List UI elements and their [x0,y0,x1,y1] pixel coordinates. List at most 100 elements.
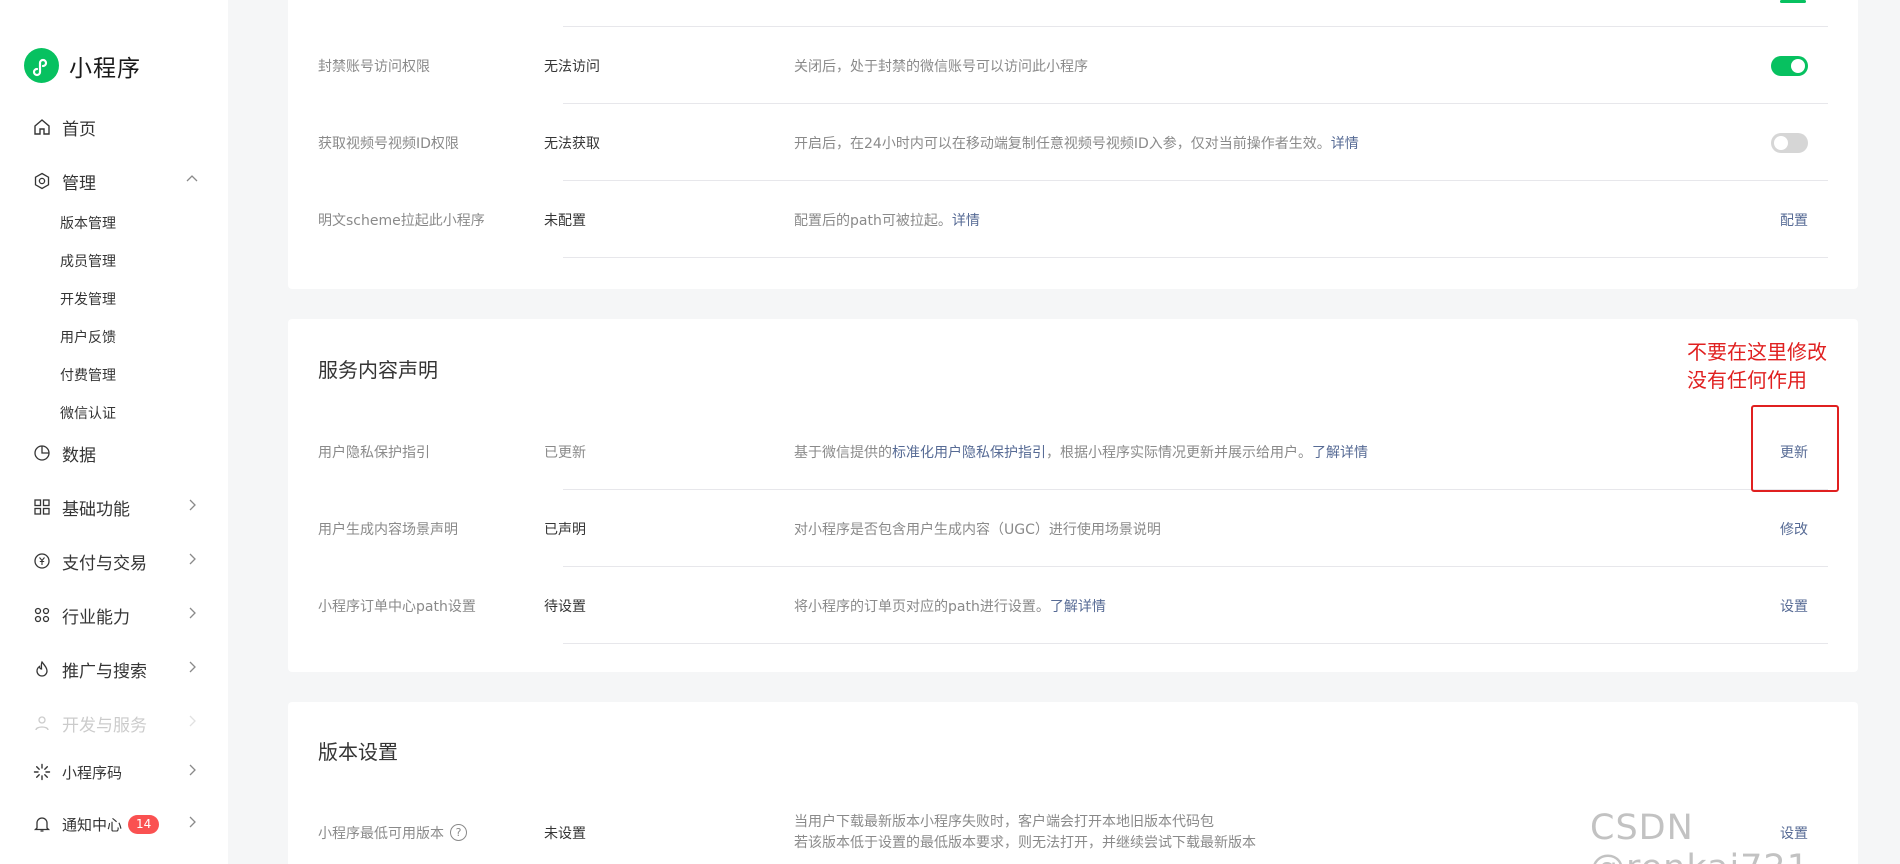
nav-industry[interactable]: 行业能力 [32,603,202,628]
nav-manage-label: 管理 [62,173,96,194]
row-divider [563,643,1828,644]
chevron-right-icon [184,605,200,626]
row-status: 无法获取 [544,135,600,152]
chevron-right-icon [184,659,200,680]
nav-qrcode-label: 小程序码 [62,763,123,782]
details-link[interactable]: 详情 [1331,136,1359,152]
details-link[interactable]: 详情 [952,213,980,229]
row-desc: 关闭后，处于封禁的微信账号可以访问此小程序 [794,58,1088,75]
configure-button[interactable]: 配置 [1780,210,1808,230]
row-desc: 当用户下载最新版本小程序失败时，客户端会打开本地旧版本代码包若该版本低于设置的最… [794,812,1256,854]
row-label-text: 小程序最低可用版本 [318,825,444,842]
row-desc-text: 基于微信提供的 [794,444,892,461]
annotation-text: 不要在这里修改 没有任何作用 [1687,338,1827,394]
service-icon [32,713,52,733]
nav-sub-members[interactable]: 成员管理 [60,251,116,271]
row-desc-text: 将小程序的订单页对应的path进行设置。 [794,598,1050,615]
row-status: 无法访问 [544,58,600,75]
nav-promotion[interactable]: 推广与搜索 [32,657,202,682]
toggle-knob [1774,135,1788,150]
nav-payment[interactable]: 支付与交易 [32,549,202,574]
nav-sub-version[interactable]: 版本管理 [60,213,116,233]
row-label: 获取视频号视频ID权限 [318,135,459,152]
row-desc: 对小程序是否包含用户生成内容（UGC）进行使用场景说明 [794,521,1161,538]
nav-home[interactable]: 首页 [32,115,202,140]
row-status: 未配置 [544,212,586,229]
miniprogram-logo-icon [24,48,59,83]
row-status: 已更新 [544,444,586,461]
video-id-toggle[interactable] [1771,132,1808,153]
learn-more-link[interactable]: 了解详情 [1050,599,1106,615]
row-label: 用户隐私保护指引 [318,444,430,461]
nav-data[interactable]: 数据 [32,441,202,466]
help-icon[interactable]: ? [450,824,467,841]
modify-button[interactable]: 修改 [1780,519,1808,539]
chevron-right-icon [184,497,200,518]
manage-icon [32,171,52,191]
privacy-guide-link[interactable]: 标准化用户隐私保护指引 [892,445,1046,461]
chevron-right-icon [184,814,200,834]
row-desc: 配置后的path可被拉起。详情 [794,210,980,230]
row-ugc-declaration: 用户生成内容场景声明 已声明 对小程序是否包含用户生成内容（UGC）进行使用场景… [318,490,1828,567]
row-desc-line: 当用户下载最新版本小程序失败时，客户端会打开本地旧版本代码包 [794,813,1214,830]
row-desc-text: ，根据小程序实际情况更新并展示给用户。 [1046,444,1312,461]
row-hidden-top [318,0,1828,27]
chevron-right-icon [184,551,200,572]
chevron-up-icon [184,171,200,192]
flame-icon [32,659,52,679]
row-desc: 基于微信提供的标准化用户隐私保护指引，根据小程序实际情况更新并展示给用户。了解详… [794,442,1368,462]
row-label: 用户生成内容场景声明 [318,521,458,538]
row-desc-text: 开启后，在24小时内可以在移动端复制任意视频号视频ID入参，仅对当前操作者生效。 [794,135,1331,152]
row-status: 未设置 [544,825,586,842]
annotation-line: 不要在这里修改 [1687,340,1827,364]
row-desc-text: 配置后的path可被拉起。 [794,212,952,229]
row-divider [563,257,1828,258]
pie-chart-icon [32,443,52,463]
nav-sub-feedback[interactable]: 用户反馈 [60,327,116,347]
service-declaration-card: 服务内容声明 用户隐私保护指引 已更新 基于微信提供的标准化用户隐私保护指引，根… [288,319,1858,672]
nav-dev-service-label: 开发与服务 [62,715,147,736]
nav-basic-label: 基础功能 [62,499,130,520]
row-label: 封禁账号访问权限 [318,58,430,75]
row-status: 已声明 [544,521,586,538]
yen-coin-icon [32,551,52,571]
nav-basic[interactable]: 基础功能 [32,495,202,520]
row-label: 小程序最低可用版本? [318,823,467,843]
row-label: 小程序订单中心path设置 [318,598,476,615]
nav-payment-label: 支付与交易 [62,553,147,574]
nav-home-label: 首页 [62,119,96,140]
card-title: 版本设置 [318,740,398,764]
nav-sub-wechat-auth[interactable]: 微信认证 [60,403,116,423]
row-desc: 开启后，在24小时内可以在移动端复制任意视频号视频ID入参，仅对当前操作者生效。… [794,133,1359,153]
toggle-knob [1791,58,1805,73]
card-title: 服务内容声明 [318,358,438,382]
row-scheme: 明文scheme拉起此小程序 未配置 配置后的path可被拉起。详情 配置 [318,181,1828,258]
nav-sub-paid[interactable]: 付费管理 [60,365,116,385]
sidebar: 小程序 首页 管理 版本管理 成员管理 开发管理 用户反馈 付费管理 微信认证 … [0,0,228,864]
row-status: 待设置 [544,598,586,615]
set-button[interactable]: 设置 [1780,596,1808,616]
nav-notify[interactable]: 通知中心 14 [32,812,202,836]
app-logo-row[interactable]: 小程序 [24,48,141,83]
banned-access-toggle[interactable] [1771,55,1808,76]
row-desc: 将小程序的订单页对应的path进行设置。了解详情 [794,596,1106,616]
nav-promotion-label: 推广与搜索 [62,661,147,682]
bell-icon [32,814,52,834]
row-banned-account-access: 封禁账号访问权限 无法访问 关闭后，处于封禁的微信账号可以访问此小程序 [318,27,1828,104]
chevron-right-icon [184,762,200,782]
learn-more-link[interactable]: 了解详情 [1312,445,1368,461]
nav-dev-service[interactable]: 开发与服务 [32,711,202,736]
nav-qrcode[interactable]: 小程序码 [32,760,202,784]
nav-sub-dev[interactable]: 开发管理 [60,289,116,309]
row-desc-line: 若该版本低于设置的最低版本要求，则无法打开，并继续尝试下载最新版本 [794,834,1256,851]
grid-icon [32,497,52,517]
nav-notify-label: 通知中心 [62,815,123,834]
nav-data-label: 数据 [62,445,96,466]
annotation-line: 没有任何作用 [1687,368,1807,392]
annotation-highlight-box [1751,405,1839,492]
notify-count-badge: 14 [128,814,160,834]
settings-card-top: 封禁账号访问权限 无法访问 关闭后，处于封禁的微信账号可以访问此小程序 获取视频… [288,0,1858,289]
app-title: 小程序 [69,55,141,82]
row-video-id-permission: 获取视频号视频ID权限 无法获取 开启后，在24小时内可以在移动端复制任意视频号… [318,104,1828,181]
nav-manage[interactable]: 管理 [32,169,202,194]
